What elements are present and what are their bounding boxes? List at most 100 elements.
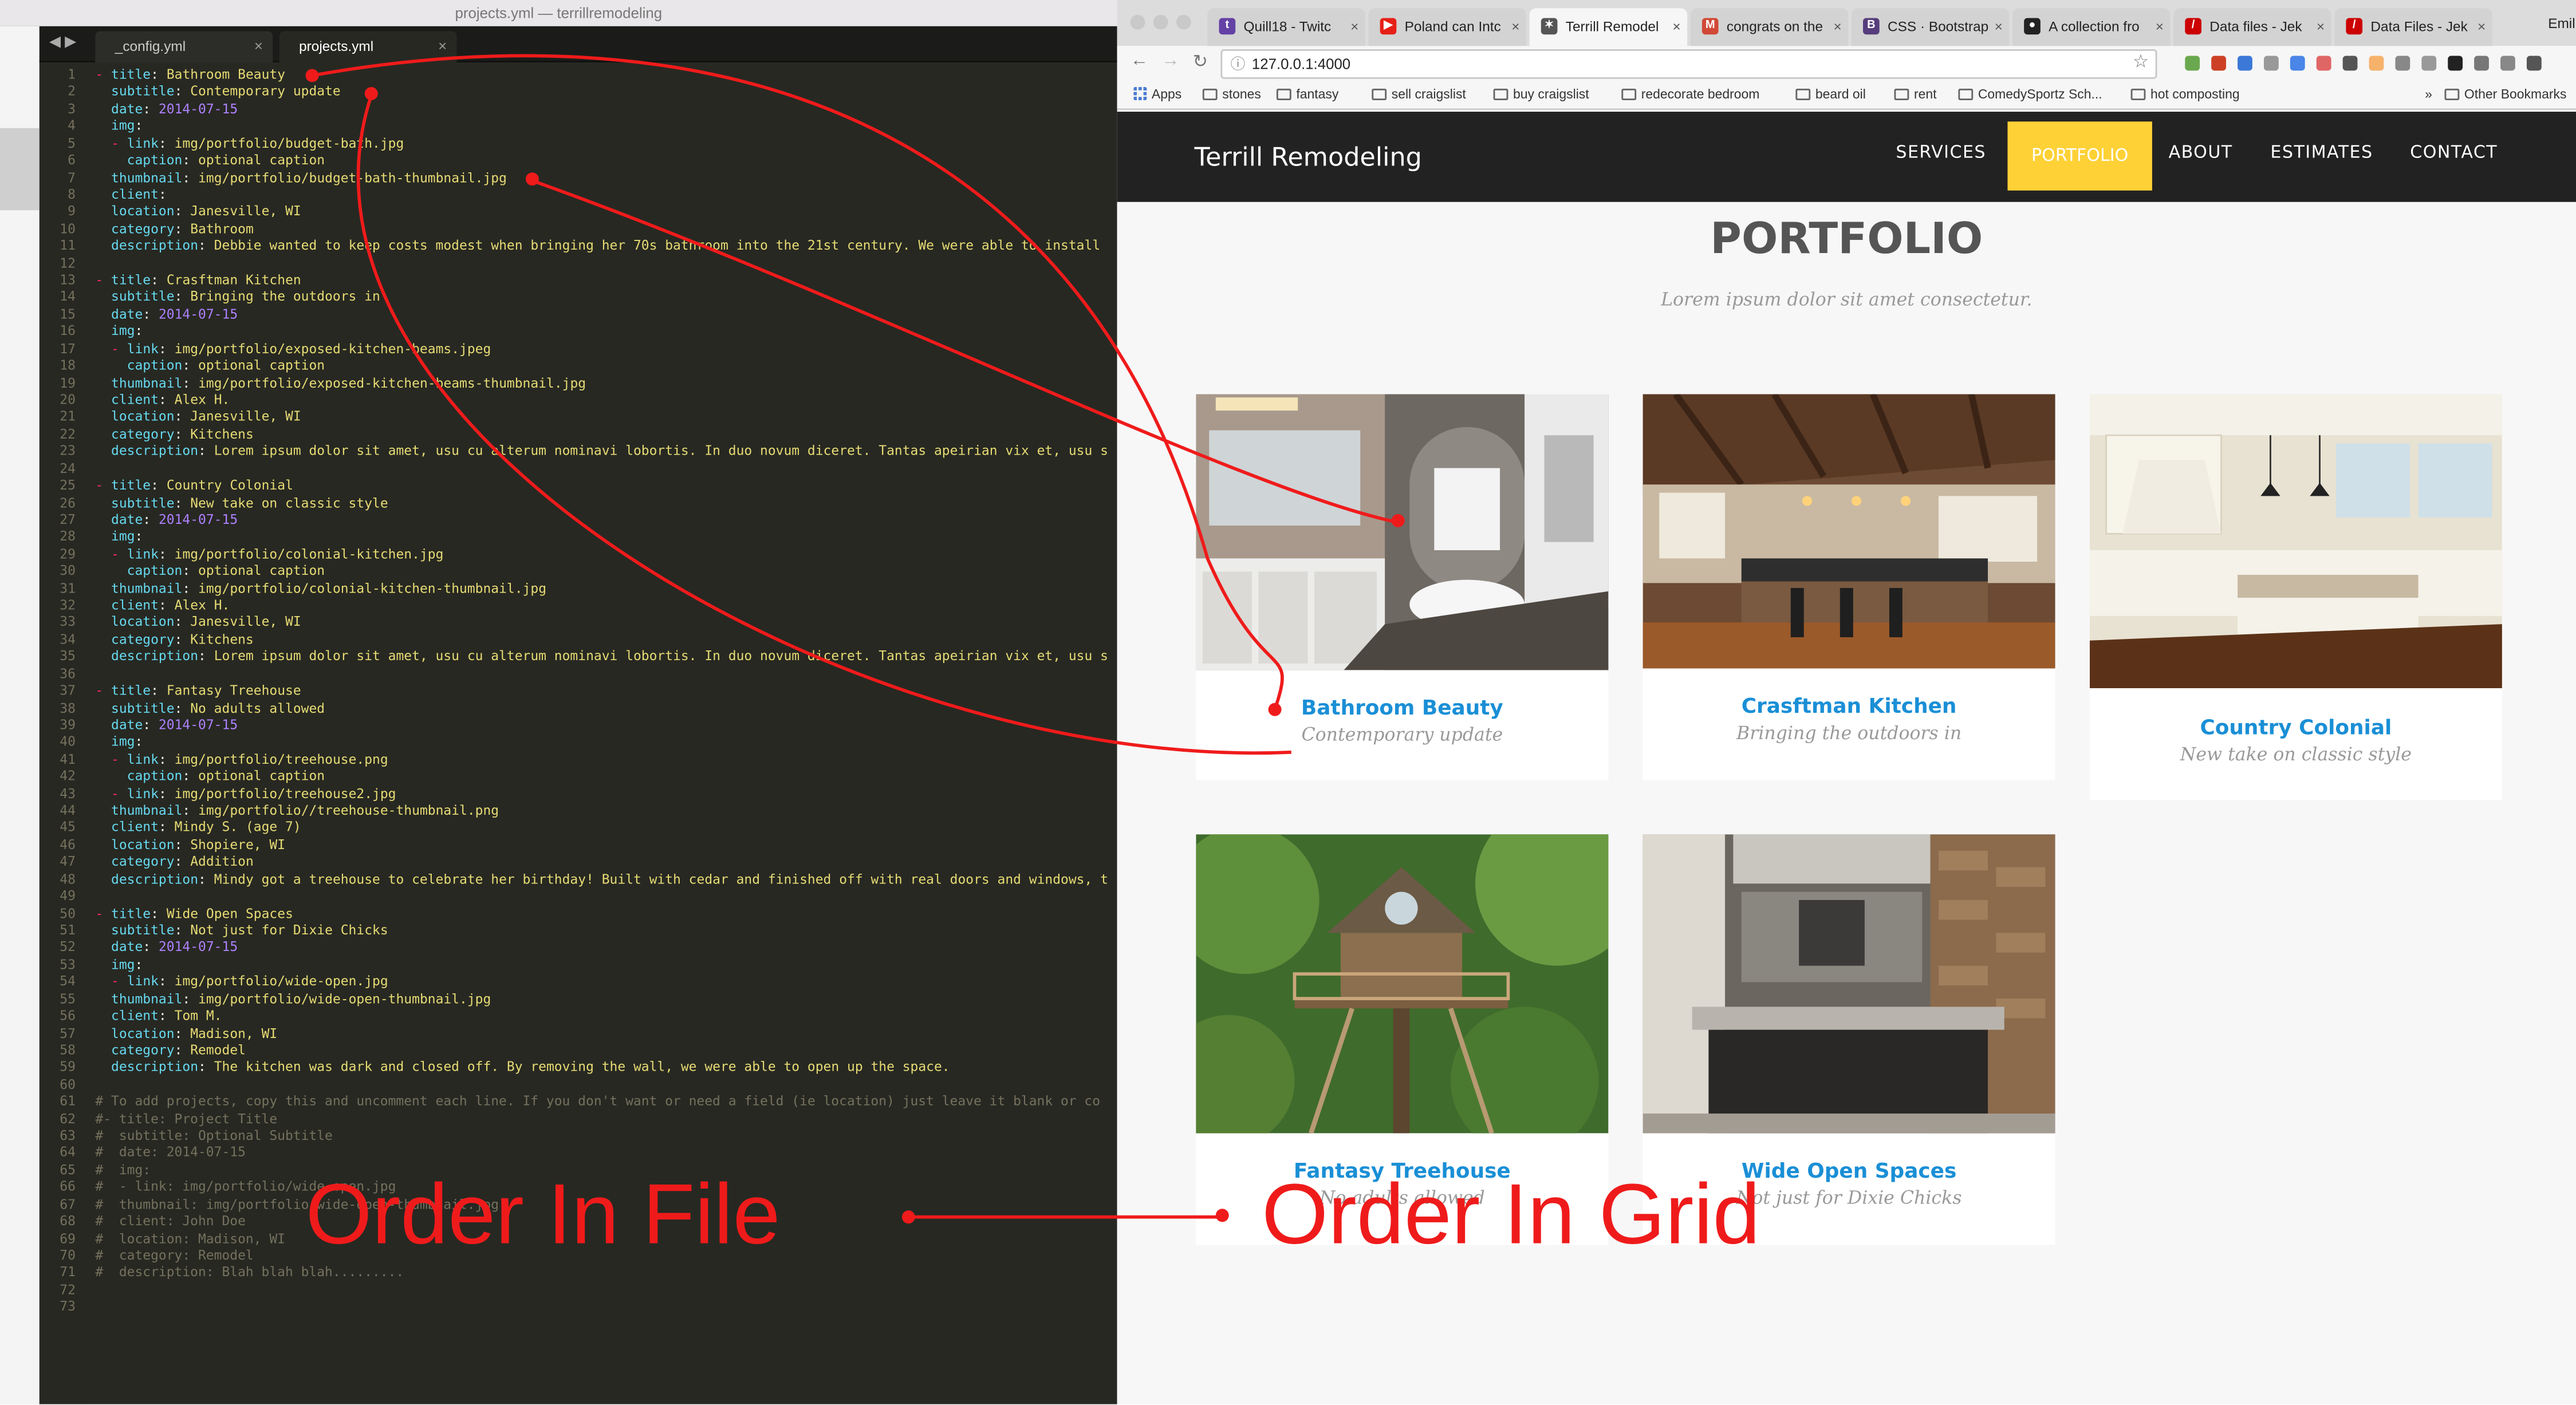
minimize-window-icon[interactable] xyxy=(1153,14,1168,30)
folder-icon xyxy=(1958,88,1974,100)
portfolio-card-country-colonial[interactable]: Country Colonial New take on classic sty… xyxy=(2089,394,2502,800)
tab-nav-arrows[interactable]: ◀ ▶ xyxy=(49,33,76,51)
browser-tab[interactable]: ▶ Poland can Intc × xyxy=(1368,8,1526,46)
code-line: description: Mindy got a treehouse to ce… xyxy=(111,871,1108,887)
line-number: 29 xyxy=(60,546,76,562)
gmail-icon: M xyxy=(1701,18,1719,35)
address-bar[interactable]: ⓘ 127.0.0.1:4000 ☆ xyxy=(1220,49,2157,79)
bookmark-item[interactable]: fantasy xyxy=(1276,82,1338,108)
profile-name[interactable]: Emil xyxy=(2548,15,2575,31)
editor-tab-projects[interactable]: projects.yml × xyxy=(279,31,457,63)
browser-tab[interactable]: Mcongrats on the × xyxy=(1690,8,1849,46)
bookmark-item[interactable]: stones xyxy=(1202,82,1261,108)
line-number: 51 xyxy=(60,923,76,938)
card-title[interactable]: Bathroom Beauty xyxy=(1196,694,1608,719)
extension-icon[interactable] xyxy=(2316,56,2331,71)
code-line: caption: optional caption xyxy=(127,153,325,168)
close-tab-icon[interactable]: × xyxy=(2317,8,2325,44)
bookmark-star-icon[interactable]: ☆ xyxy=(2133,49,2149,76)
close-tab-icon[interactable]: × xyxy=(1833,8,1841,44)
line-number: 67 xyxy=(60,1197,76,1212)
code-line: caption: optional caption xyxy=(127,563,325,579)
editor-tab-config[interactable]: _config.yml × xyxy=(95,31,273,63)
github-icon: ● xyxy=(2024,18,2041,35)
bookmark-item[interactable]: sell craigslist xyxy=(1372,82,1466,108)
code-line: - title: Crasftman Kitchen xyxy=(95,273,301,288)
page-info-icon[interactable]: ⓘ xyxy=(1231,51,1246,77)
close-tab-icon[interactable]: × xyxy=(1672,8,1680,44)
close-tab-icon[interactable]: × xyxy=(2477,8,2486,44)
extension-icon[interactable] xyxy=(2211,56,2226,71)
zoom-window-icon[interactable] xyxy=(1176,14,1191,30)
extension-icon[interactable] xyxy=(2500,56,2515,71)
bookmark-item[interactable]: ComedySportz Sch... xyxy=(1958,82,2102,108)
extension-icon[interactable] xyxy=(2395,56,2410,71)
code-line: - link: img/portfolio/colonial-kitchen.j… xyxy=(111,546,444,562)
line-number: 23 xyxy=(60,444,76,459)
code-line: - link: img/portfolio/wide-open.jpg xyxy=(111,974,388,989)
code-line: location: Janesville, WI xyxy=(111,615,301,630)
nav-estimates[interactable]: ESTIMATES xyxy=(2270,143,2373,163)
browser-tab[interactable]: ● A collection fro × xyxy=(2012,8,2171,46)
bookmark-item[interactable]: buy craigslist xyxy=(1493,82,1589,108)
twitch-icon: t xyxy=(1219,18,1236,35)
line-number: 52 xyxy=(60,940,76,955)
bookmark-item[interactable]: beard oil xyxy=(1795,82,1866,108)
close-icon[interactable]: × xyxy=(254,31,263,63)
other-bookmarks[interactable]: Other Bookmarks xyxy=(2444,82,2567,108)
bookmark-item[interactable]: hot composting xyxy=(2130,82,2240,108)
portfolio-card-crasftman-kitchen[interactable]: Crasftman Kitchen Bringing the outdoors … xyxy=(1643,394,2055,780)
bathroom-thumbnail xyxy=(1196,394,1609,670)
nav-contact[interactable]: CONTACT xyxy=(2410,143,2498,163)
code-line: thumbnail: img/portfolio//treehouse-thum… xyxy=(111,803,499,818)
portfolio-card-bathroom-beauty[interactable]: Bathroom Beauty Contemporary update xyxy=(1196,394,1609,780)
nav-services[interactable]: SERVICES xyxy=(1896,143,1986,163)
browser-tab-label: Poland can Intc xyxy=(1404,18,1501,35)
nav-about[interactable]: ABOUT xyxy=(2169,143,2233,163)
site-brand[interactable]: Terrill Remodeling xyxy=(1194,143,1421,173)
code-line: img: xyxy=(111,323,143,339)
bookmark-item[interactable]: redecorate bedroom xyxy=(1621,82,1759,108)
code-line: client: Mindy S. (age 7) xyxy=(111,820,301,835)
extension-icon[interactable] xyxy=(2263,56,2279,71)
bookmarks-overflow-chevron-icon[interactable]: » xyxy=(2425,82,2432,108)
bookmark-item[interactable]: Apps xyxy=(1133,82,1181,108)
browser-tab-label: Data files - Jek xyxy=(2209,18,2302,35)
close-icon[interactable]: × xyxy=(438,31,447,63)
code-line: # To add projects, copy this and uncomme… xyxy=(95,1094,1101,1109)
bookmark-item[interactable]: rent xyxy=(1894,82,1937,108)
line-number: 35 xyxy=(60,649,76,664)
extension-icon[interactable] xyxy=(2526,56,2542,71)
reload-icon[interactable]: ↻ xyxy=(1193,51,1208,72)
close-window-icon[interactable] xyxy=(1130,14,1145,30)
line-number: 20 xyxy=(60,392,76,408)
extension-icon[interactable] xyxy=(2474,56,2489,71)
editor-tab-bar: ◀ ▶ _config.yml × projects.yml × xyxy=(39,26,1117,63)
browser-tab[interactable]: ✶ Terrill Remodel × xyxy=(1529,8,1688,46)
close-tab-icon[interactable]: × xyxy=(1995,8,2003,44)
line-number: 71 xyxy=(60,1265,76,1280)
forward-icon[interactable]: → xyxy=(1161,51,1180,70)
extension-icon[interactable] xyxy=(2448,56,2463,71)
extension-icon[interactable] xyxy=(2185,56,2200,71)
extension-icon[interactable] xyxy=(2369,56,2384,71)
browser-tab[interactable]: t Quill18 - Twitc × xyxy=(1207,8,1365,46)
back-icon[interactable]: ← xyxy=(1131,51,1149,70)
close-tab-icon[interactable]: × xyxy=(2156,8,2164,44)
extension-icon[interactable] xyxy=(2342,56,2358,71)
extension-icon[interactable] xyxy=(2421,56,2437,71)
browser-tab[interactable]: / Data files - Jek × xyxy=(2173,8,2331,46)
line-number-gutter: 1 2 3 4 5 6 7 8 9 10 11 12 13 14 15 16 17 18 19 20 21 22 23 24 2… xyxy=(39,62,86,1404)
code-line: caption: optional caption xyxy=(127,769,325,784)
card-title[interactable]: Country Colonial xyxy=(2090,715,2502,739)
order-in-file-label: Order In File xyxy=(305,1167,781,1263)
card-title[interactable]: Crasftman Kitchen xyxy=(1643,693,2055,718)
nav-portfolio[interactable]: PORTFOLIO xyxy=(2007,121,2152,191)
extension-icon[interactable] xyxy=(2290,56,2305,71)
close-tab-icon[interactable]: × xyxy=(1511,8,1519,44)
extension-icon[interactable] xyxy=(2238,56,2252,71)
browser-tab[interactable]: / Data Files - Jek × xyxy=(2334,8,2492,46)
browser-tab[interactable]: B CSS · Bootstrap × xyxy=(1851,8,2010,46)
close-tab-icon[interactable]: × xyxy=(1350,8,1358,44)
folder-icon xyxy=(1621,88,1637,100)
